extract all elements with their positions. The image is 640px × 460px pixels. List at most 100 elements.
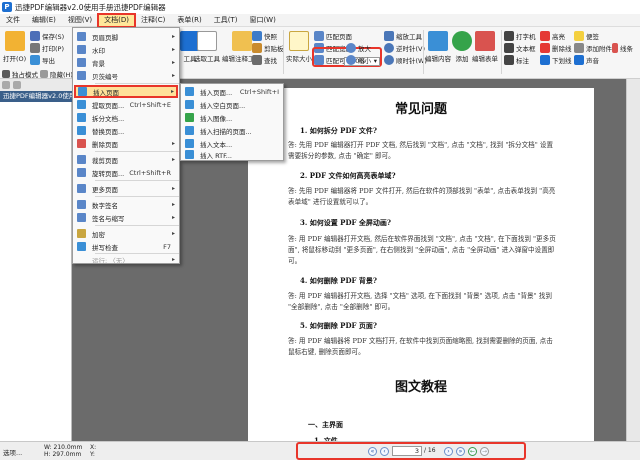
menu-item-bates-number[interactable]: 贝茨编号 ▸ [73,69,179,82]
next-page-button[interactable]: › [444,447,453,456]
faq-answer: 答: 用 PDF 编辑器打开文档, 选择 "文档" 选项, 在下面找到 "背景"… [288,292,552,311]
menu-item-watermark[interactable]: 水印 ▸ [73,43,179,56]
snapshot-button[interactable]: 快照 [252,31,277,41]
faq-answer: 答: 用 PDF 编辑器打开文档, 然后在软件界面找到 "文档", 点击 "文档… [288,235,556,265]
menu-item-sign-initials[interactable]: 签名与缩写 ▸ [73,211,179,224]
menu-item-background[interactable]: 背景 ▸ [73,56,179,69]
callout-button[interactable]: 标注 [504,55,529,65]
menu-item-split-document[interactable]: 拆分文档... [73,111,179,124]
ribbon-separator [283,30,284,74]
edit-form-button[interactable]: 编辑表单 [472,31,498,63]
menu-item-header-footer[interactable]: 页眉页脚 ▸ [73,30,179,43]
menu-item-replace-pages[interactable]: 替换页面... [73,124,179,137]
typewriter-icon [504,31,514,41]
highlight-icon [540,31,550,41]
menu-item-more-pages[interactable]: 更多页面 ▸ [73,182,179,195]
left-panel: 迅捷PDF编辑器v2.0使用手册 [0,79,72,441]
textbox-button[interactable]: 文本框 [504,43,536,53]
text-select-icon [197,31,217,51]
faq-answer: 答: 先用 PDF 编辑器打开 PDF 文档, 然后找到 "文档", 点击 "文… [288,141,554,160]
save-button[interactable]: 保存(S) [30,31,64,41]
actual-size-button[interactable]: 实际大小 [286,31,312,63]
menu-item-run[interactable]: 运行: 〈无〉 ▸ [73,253,179,266]
extract-icon [77,100,86,109]
find-button[interactable]: 查找 [252,55,277,65]
zoom-in-button[interactable]: 放大 [346,43,371,53]
menu-comment[interactable]: 注释(C) [135,14,171,27]
zoom-tool-button[interactable]: 缩放工具 [384,31,422,41]
printer-icon [30,43,40,53]
pen-icon [77,213,86,222]
options-button[interactable]: 选项... [3,447,22,457]
note-button[interactable]: 便签 [574,31,599,41]
export-icon [30,55,40,65]
submenu-item-insert-blank-page[interactable]: 插入空白页面... [181,98,283,111]
fit-page-icon [314,31,324,41]
menu-item-spell-check[interactable]: 拼写检查 F7 [73,240,179,253]
single-mode-button[interactable]: 独占模式 [2,69,38,79]
forward-button[interactable]: → [480,447,489,456]
menu-item-rotate-pages[interactable]: 旋转页面... Ctrl+Shift+R [73,166,179,179]
prev-page-button[interactable]: ‹ [380,447,389,456]
sound-button[interactable]: 声音 [574,55,599,65]
document-page: 常见问题 1. 如何拆分 PDF 文件? 答: 先用 PDF 编辑器打开 PDF… [248,88,594,448]
menu-form[interactable]: 表单(R) [171,14,207,27]
submenu-item-insert-scanned-page[interactable]: 插入扫描的页面... [181,124,283,137]
menu-item-crop-pages[interactable]: 裁剪页面 ▸ [73,153,179,166]
export-button[interactable]: 导出 [30,55,55,65]
add-button[interactable]: 添加 [452,31,472,63]
select-tool-button[interactable]: 选取工具 [194,31,220,63]
line-button[interactable]: 线条 [612,43,633,53]
menu-item-insert-pages[interactable]: 插入页面 ▸ [74,85,178,98]
document-tab[interactable]: 迅捷PDF编辑器v2.0使用手册 [0,91,72,102]
menu-item-delete-pages[interactable]: 删除页面 ▸ [73,137,179,150]
crop-icon [77,155,86,164]
submenu-item-insert-rtf[interactable]: 插入 RTF... [181,148,283,161]
strikeout-button[interactable]: 删除线 [540,43,572,53]
page-number-input[interactable]: 3 [392,446,422,456]
callout-icon [504,55,514,65]
menu-divider [95,151,179,152]
rotate-ccw-button[interactable]: 逆时针(V) [384,43,425,53]
open-button[interactable]: 打开(O) [3,31,26,63]
menu-view[interactable]: 视图(V) [62,14,98,27]
last-page-button[interactable]: » [456,447,465,456]
menu-file[interactable]: 文件 [0,14,26,27]
form-icon [475,31,495,51]
submenu-item-insert-pages[interactable]: 插入页面... Ctrl+Shift+I [181,85,283,98]
edit-content-button[interactable]: 编辑内容 [425,31,451,63]
typewriter-button[interactable]: 打字机 [504,31,536,41]
menu-window[interactable]: 窗口(W) [243,14,281,27]
menu-item-digital-signature[interactable]: 数字签名 ▸ [73,198,179,211]
insert-page-icon [78,87,87,96]
fit-page-button[interactable]: 匹配页面 [314,31,352,41]
attach-file-button[interactable]: 添加附件 [574,43,612,53]
menu-item-encrypt[interactable]: 加密 ▸ [73,227,179,240]
print-button[interactable]: 打印(P) [30,43,64,53]
chevron-right-icon: ▸ [171,256,175,263]
clipboard-button[interactable]: 剪贴板 [252,43,284,53]
doc-title: 常见问题 [394,102,447,117]
back-button[interactable]: ← [468,447,477,456]
bookmark-icon[interactable] [13,81,21,89]
hide-button[interactable]: 隐藏(H) [40,69,73,79]
header-footer-icon [77,32,86,41]
underline-button[interactable]: 下划线 [540,55,572,65]
menu-tools[interactable]: 工具(T) [208,14,244,27]
menu-document[interactable]: 文档(D) [97,12,137,28]
app-icon: P [2,2,12,12]
zoom-out-button[interactable]: 缩小 [346,55,371,65]
speaker-icon [574,55,584,65]
menu-item-extract-pages[interactable]: 提取页面... Ctrl+Shift+E [73,98,179,111]
chevron-right-icon: ▸ [171,230,175,237]
highlight-button[interactable]: 高亮 [540,31,565,41]
vertical-scrollbar[interactable] [626,79,640,441]
submenu-item-insert-image[interactable]: 插入图像... [181,111,283,124]
ribbon-separator [501,30,502,74]
first-page-button[interactable]: « [368,447,377,456]
camera-icon [252,31,262,41]
panel-icon[interactable] [2,81,10,89]
clipboard-icon [252,43,262,53]
menu-edit[interactable]: 编辑(E) [26,14,62,27]
rotate-cw-button[interactable]: 顺时针(W) [384,55,427,65]
